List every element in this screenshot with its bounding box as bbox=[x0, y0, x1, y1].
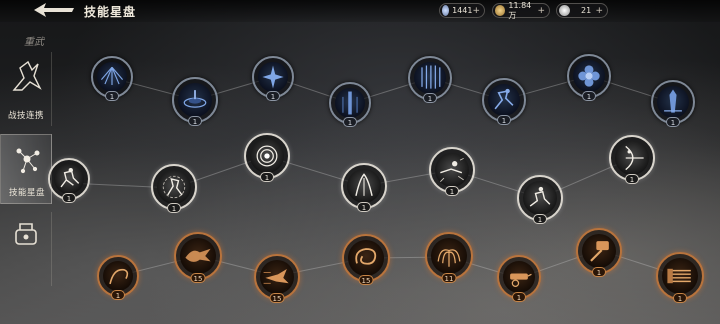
sidebar-item-combo[interactable]: 战技连携 bbox=[0, 52, 52, 126]
skill-level: 1 bbox=[445, 186, 459, 196]
sword-rain-icon bbox=[421, 65, 441, 89]
add-token-button[interactable]: + bbox=[595, 6, 603, 16]
bow-draw-icon bbox=[625, 145, 644, 171]
vortex-icon bbox=[256, 145, 278, 167]
skill-node[interactable]: 1 bbox=[429, 147, 475, 196]
skill-level: 1 bbox=[260, 172, 274, 182]
skill-node[interactable]: 1 bbox=[609, 135, 655, 184]
skill-node[interactable]: 1 bbox=[341, 163, 387, 212]
skill-node[interactable]: 1 bbox=[252, 56, 294, 101]
light-pillar-icon bbox=[342, 91, 358, 115]
skill-node[interactable]: 1 bbox=[329, 82, 371, 127]
winged-charge-icon bbox=[185, 248, 211, 262]
skill-level: 1 bbox=[105, 91, 119, 101]
resource-coin-value: 11.84万 bbox=[508, 0, 532, 20]
skill-node[interactable]: 1 bbox=[576, 228, 622, 277]
token-icon bbox=[559, 5, 570, 16]
skill-node[interactable]: 1 bbox=[517, 175, 563, 224]
coin-icon bbox=[495, 5, 506, 16]
skill-level: 1 bbox=[343, 117, 357, 127]
skill-level: 1 bbox=[592, 267, 606, 277]
back-button[interactable] bbox=[32, 2, 76, 18]
whip-icon bbox=[109, 268, 129, 285]
skill-level: 15 bbox=[358, 275, 374, 285]
skill-node[interactable]: 1 bbox=[497, 255, 541, 302]
back-arrow-icon bbox=[34, 3, 74, 17]
shackle-icon bbox=[15, 223, 37, 245]
skill-node[interactable]: 1 bbox=[408, 56, 452, 103]
star-burst-icon bbox=[262, 65, 284, 89]
skill-level: 1 bbox=[357, 202, 371, 212]
skill-node[interactable]: 1 bbox=[172, 77, 218, 126]
skill-node[interactable]: 1 bbox=[91, 56, 133, 101]
blossom-icon bbox=[578, 65, 600, 87]
twin-slash-icon bbox=[355, 173, 373, 196]
skill-node[interactable]: 1 bbox=[48, 158, 90, 203]
skill-node[interactable]: 1 bbox=[97, 255, 139, 300]
skill-node[interactable]: 1 bbox=[482, 78, 526, 125]
skill-node[interactable]: 15 bbox=[342, 234, 390, 285]
skill-level: 1 bbox=[512, 292, 526, 302]
skill-level: 1 bbox=[111, 290, 125, 300]
light-rays-icon bbox=[100, 66, 124, 85]
constellation-icon bbox=[16, 148, 40, 174]
dash-strike-icon bbox=[263, 268, 289, 284]
skill-node[interactable]: 15 bbox=[174, 232, 222, 283]
skill-level: 1 bbox=[533, 214, 547, 224]
skill-node[interactable]: 1 bbox=[656, 252, 704, 303]
skill-level: 1 bbox=[666, 117, 680, 127]
sidebar-item-label: 技能星盘 bbox=[8, 188, 45, 198]
resource-coin[interactable]: 11.84万 + bbox=[492, 0, 550, 20]
skill-level: 1 bbox=[625, 174, 639, 184]
crystal-icon bbox=[442, 5, 450, 16]
brush-sweep-icon bbox=[667, 268, 691, 284]
fountain-icon bbox=[437, 249, 461, 267]
add-crystal-button[interactable]: + bbox=[472, 6, 480, 16]
crouching-warrior-icon bbox=[60, 167, 80, 188]
skill-level: 1 bbox=[497, 115, 511, 125]
skill-level: 1 bbox=[266, 91, 280, 101]
page-title: 技能星盘 bbox=[84, 5, 137, 19]
sidebar-item-third[interactable] bbox=[0, 212, 52, 286]
skill-node[interactable]: 1 bbox=[651, 80, 695, 127]
combo-warrior-icon bbox=[12, 60, 42, 91]
skill-node[interactable]: 1 bbox=[151, 164, 197, 213]
skill-node[interactable]: 11 bbox=[425, 232, 473, 283]
skill-level: 1 bbox=[423, 93, 437, 103]
skill-node[interactable]: 1 bbox=[567, 54, 611, 101]
skill-level: 15 bbox=[190, 273, 206, 283]
hammer-icon bbox=[590, 241, 609, 262]
skill-node[interactable]: 15 bbox=[254, 254, 300, 303]
ground-slam-icon bbox=[183, 90, 207, 108]
skill-level: 1 bbox=[62, 193, 76, 203]
skill-level: 1 bbox=[167, 203, 181, 213]
resource-crystal[interactable]: 1441 + bbox=[439, 3, 485, 18]
sidebar-item-label: 战技连携 bbox=[7, 111, 44, 121]
skill-level: 1 bbox=[582, 91, 596, 101]
resource-token-value: 21 bbox=[581, 6, 592, 15]
skill-node[interactable]: 1 bbox=[244, 133, 290, 182]
resource-crystal-value: 1441 bbox=[452, 6, 473, 15]
weapon-category: 重武 bbox=[24, 37, 44, 48]
stake-icon bbox=[664, 89, 682, 113]
add-coin-button[interactable]: + bbox=[537, 6, 545, 16]
resource-token[interactable]: 21 + bbox=[556, 3, 608, 18]
skill-level: 1 bbox=[673, 293, 687, 303]
kneeling-warrior-icon bbox=[529, 186, 551, 207]
sidebar-item-skill-constellation[interactable]: 技能星盘 bbox=[0, 134, 52, 204]
shockwave-icon bbox=[440, 157, 464, 182]
skill-level: 15 bbox=[269, 293, 285, 303]
cannon-icon bbox=[510, 273, 532, 287]
spinning-warrior-icon bbox=[162, 175, 186, 199]
leaping-strike-icon bbox=[494, 88, 514, 110]
spiral-slash-icon bbox=[355, 248, 377, 265]
skill-level: 11 bbox=[441, 273, 457, 283]
skill-level: 1 bbox=[188, 116, 202, 126]
